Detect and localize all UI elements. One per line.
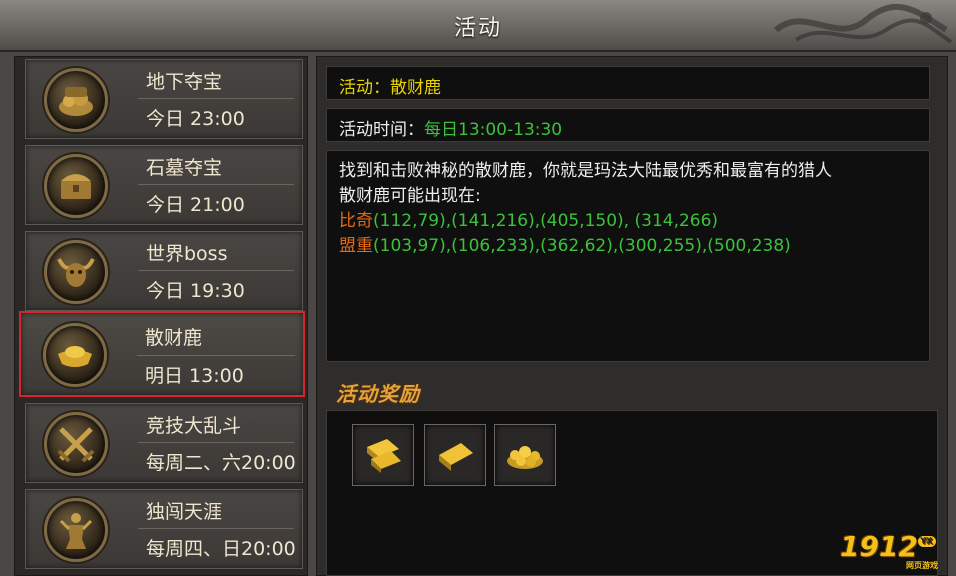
- watermark-sub: 网页游戏: [906, 561, 938, 570]
- gold-ingot-icon: [43, 323, 107, 387]
- description: 找到和击败神秘的散财鹿，你就是玛法大陆最优秀和最富有的猎人: [339, 161, 832, 181]
- activity-time-row: 活动时间：每日13:00-13:30: [339, 115, 562, 140]
- bull-demon-icon: [44, 240, 108, 304]
- treasure-pile-icon: [44, 68, 108, 132]
- location-coords: (112,79),(141,216),(405,150), (314,266): [373, 211, 719, 231]
- appear-label: 散财鹿可能出现在:: [339, 186, 481, 206]
- reward-slot[interactable]: [424, 424, 486, 486]
- gold-coins-pile-icon: [507, 446, 543, 469]
- divider: [137, 355, 295, 356]
- watermark-badge: YX: [917, 536, 936, 547]
- activity-time: 今日 19:30: [146, 280, 245, 302]
- location-row: 比奇(112,79),(141,216),(405,150), (314,266…: [339, 209, 915, 234]
- activity-item-tomb-treasure[interactable]: 石墓夺宝 今日 21:00: [25, 145, 303, 225]
- location-map: 盟重: [339, 236, 373, 256]
- crossed-swords-icon: [44, 412, 108, 476]
- activity-item-fortune-deer[interactable]: 散财鹿 明日 13:00: [19, 311, 305, 397]
- divider: [138, 442, 294, 443]
- activity-time: 每周四、日20:00: [146, 538, 296, 560]
- gold-bar-icon: [439, 443, 473, 471]
- activity-name: 散财鹿: [145, 327, 203, 349]
- activity-item-arena-brawl[interactable]: 竞技大乱斗 每周二、六20:00: [25, 403, 303, 483]
- gold-bars-icon: [367, 439, 401, 473]
- activity-item-world-boss[interactable]: 世界boss 今日 19:30: [25, 231, 303, 311]
- activity-name: 竞技大乱斗: [146, 415, 242, 437]
- location-map: 比奇: [339, 211, 373, 231]
- divider: [138, 270, 294, 271]
- activity-time: 明日 13:00: [145, 365, 244, 387]
- activity-name-box: 活动：散财鹿: [326, 66, 930, 100]
- time-prefix: 活动时间：: [339, 120, 424, 140]
- activity-name: 石墓夺宝: [146, 157, 223, 179]
- location-coords: (103,97),(106,233),(362,62),(300,255),(5…: [373, 236, 791, 256]
- location-row: 盟重(103,97),(106,233),(362,62),(300,255),…: [339, 234, 915, 259]
- activity-name: 独闯天涯: [146, 501, 223, 523]
- description-box: 找到和击败神秘的散财鹿，你就是玛法大陆最优秀和最富有的猎人 散财鹿可能出现在: …: [326, 150, 930, 362]
- activity-time: 今日 23:00: [146, 108, 245, 130]
- activity-item-solo-journey[interactable]: 独闯天涯 每周四、日20:00: [25, 489, 303, 569]
- warrior-statue-icon: [44, 498, 108, 562]
- activity-time: 今日 21:00: [146, 194, 245, 216]
- activity-item-underground-treasure[interactable]: 地下夺宝 今日 23:00: [25, 59, 303, 139]
- activity-time: 每周二、六20:00: [146, 452, 296, 474]
- activity-label: 活动：散财鹿: [339, 78, 441, 98]
- treasure-chest-icon: [44, 154, 108, 218]
- reward-slot[interactable]: [352, 424, 414, 486]
- watermark-text: 1912: [840, 530, 918, 563]
- window-titlebar: 活动: [0, 0, 956, 52]
- activity-time-box: 活动时间：每日13:00-13:30: [326, 108, 930, 142]
- divider: [138, 528, 294, 529]
- dragon-ornament-icon: [774, 3, 953, 44]
- divider: [138, 98, 294, 99]
- activity-name: 地下夺宝: [146, 71, 223, 93]
- site-watermark-logo: 1912 YX 网页游戏: [840, 530, 938, 570]
- divider: [138, 184, 294, 185]
- time-value: 每日13:00-13:30: [424, 120, 563, 140]
- activity-list[interactable]: 地下夺宝 今日 23:00 石墓夺宝 今日 21:00 世界boss 今日 19…: [14, 56, 308, 576]
- description-text-block: 找到和击败神秘的散财鹿，你就是玛法大陆最优秀和最富有的猎人 散财鹿可能出现在: …: [339, 159, 915, 259]
- reward-title: 活动奖励: [336, 382, 420, 406]
- activity-name: 世界boss: [146, 243, 228, 265]
- reward-slot[interactable]: [494, 424, 556, 486]
